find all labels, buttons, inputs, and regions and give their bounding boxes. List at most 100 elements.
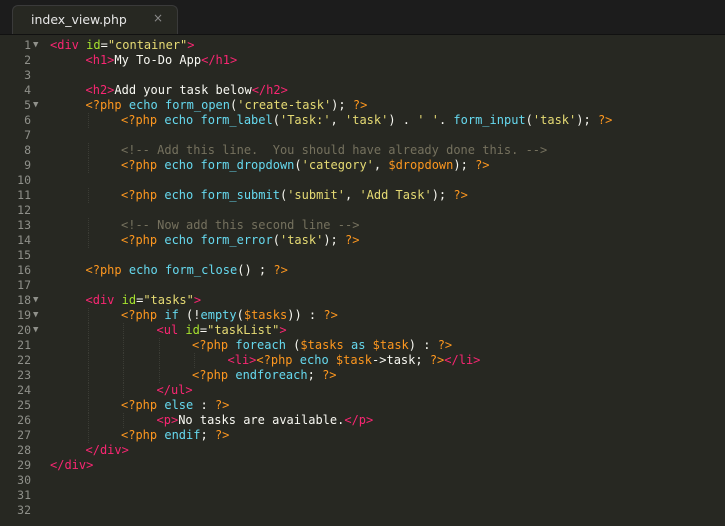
code-line[interactable]: 4 <h2>Add your task below</h2>: [0, 83, 725, 98]
tab-index-view[interactable]: index_view.php ×: [12, 5, 178, 34]
code-line[interactable]: 6 <?php echo form_label('Task:', 'task') …: [0, 113, 725, 128]
code-line[interactable]: 3: [0, 68, 725, 83]
line-number: 26: [17, 413, 31, 427]
code-token: echo form_close: [128, 263, 238, 277]
code-line[interactable]: 25 <?php else : ?>: [0, 398, 725, 413]
code-line[interactable]: 13 <!-- Now add this second line -->: [0, 218, 725, 233]
code-token: 'Add Task': [359, 188, 432, 202]
code-token: <?php: [121, 113, 165, 127]
code-token: form_input: [453, 113, 526, 127]
fold-arrow-icon[interactable]: ▼: [33, 323, 38, 338]
indent-guide: [158, 353, 160, 368]
code-line[interactable]: 31: [0, 488, 725, 503]
code-line[interactable]: 19 ▼ <?php if (!empty($tasks)) : ?>: [0, 308, 725, 323]
code-token: )) :: [287, 308, 324, 322]
code-token: (!: [186, 308, 201, 322]
code-token: ) :: [408, 338, 438, 352]
code-line[interactable]: 1 ▼ <div id="container">: [0, 38, 725, 53]
code-line[interactable]: 8 <!-- Add this line. You should have alr…: [0, 143, 725, 158]
indent-guide: [87, 143, 89, 158]
code-line[interactable]: 9 <?php echo form_dropdown('category', $d…: [0, 158, 725, 173]
code-token: () ;: [237, 263, 274, 277]
line-number: 5: [24, 98, 31, 112]
indent-guide: [123, 338, 124, 353]
code-token: <h2>: [85, 83, 115, 97]
code-token: <?php: [121, 233, 165, 247]
line-number: 25: [17, 398, 31, 412]
code-text: <!-- Add this line. You should have alre…: [121, 143, 547, 158]
fold-arrow-icon[interactable]: ▼: [33, 308, 38, 323]
code-line[interactable]: 21 <?php foreach ($tasks as $task) : ?>: [0, 338, 725, 353]
fold-arrow-icon[interactable]: ▼: [33, 38, 38, 53]
code-line[interactable]: 30: [0, 473, 725, 488]
code-text: <?php echo form_submit('submit', 'Add Ta…: [121, 188, 468, 203]
code-token: .: [438, 113, 454, 127]
code-token: Add your task below: [114, 83, 252, 97]
code-token: $tasks: [300, 338, 351, 352]
fold-arrow-icon[interactable]: ▼: [33, 293, 38, 308]
code-line[interactable]: 15: [0, 248, 725, 263]
code-line[interactable]: 17: [0, 278, 725, 293]
code-text: <?php echo form_dropdown('category', $dr…: [121, 158, 490, 173]
code-line[interactable]: 5 ▼ <?php echo form_open('create-task'); ?…: [0, 98, 725, 113]
code-token: ;: [307, 368, 323, 382]
code-text: <?php echo form_close() ; ?>: [86, 263, 288, 278]
code-token: ?>: [345, 233, 360, 247]
code-token: ) .: [388, 113, 418, 127]
code-token: =: [199, 323, 208, 337]
indent-guide: [87, 113, 89, 128]
code-token: <li>: [227, 353, 257, 367]
code-line[interactable]: 26 <p>No tasks are available.</p>: [0, 413, 725, 428]
code-line[interactable]: 2 <h1>My To-Do App</h1>: [0, 53, 725, 68]
code-line[interactable]: 7: [0, 128, 725, 143]
line-number: 2: [24, 53, 31, 67]
code-token: );: [331, 98, 353, 112]
code-token: );: [576, 113, 598, 127]
indent-guide: [87, 413, 89, 428]
close-icon[interactable]: ×: [153, 11, 163, 25]
code-token: ?>: [323, 308, 338, 322]
code-line[interactable]: 20 ▼ <ul id="taskList">: [0, 323, 725, 338]
code-line[interactable]: 32: [0, 503, 725, 518]
code-token: id: [121, 293, 137, 307]
line-number: 16: [17, 263, 31, 277]
indent-guide: [87, 428, 89, 443]
code-token: ->task;: [372, 353, 430, 367]
code-line[interactable]: 23 <?php endforeach; ?>: [0, 368, 725, 383]
code-line[interactable]: 28 </div>: [0, 443, 725, 458]
code-token: ?>: [437, 338, 453, 352]
code-token: );: [323, 233, 346, 247]
indent-guide: [158, 338, 160, 353]
code-token: <?php: [85, 98, 129, 112]
code-token: ' ': [417, 113, 439, 127]
code-token: >: [187, 38, 195, 52]
code-text: <h1>My To-Do App</h1>: [86, 53, 238, 68]
code-line[interactable]: 22 <li><?php echo $task->task; ?></li>: [0, 353, 725, 368]
code-token: endif: [164, 428, 201, 442]
code-line[interactable]: 16 <?php echo form_close() ; ?>: [0, 263, 725, 278]
code-token: <?php: [256, 353, 300, 367]
code-token: );: [453, 158, 476, 172]
code-editor[interactable]: 1 ▼ <div id="container"> 2 <h1>My To-Do App<…: [0, 38, 725, 526]
line-number: 31: [17, 488, 31, 502]
code-line[interactable]: 14 <?php echo form_error('task'); ?>: [0, 233, 725, 248]
code-line[interactable]: 11 <?php echo form_submit('submit', 'Add …: [0, 188, 725, 203]
indent-guide: [123, 413, 124, 428]
indent-guide: [87, 218, 89, 233]
code-line[interactable]: 18 ▼ <div id="tasks">: [0, 293, 725, 308]
code-token: ,: [344, 188, 360, 202]
code-line[interactable]: 10: [0, 173, 725, 188]
code-text: <?php if (!empty($tasks)) : ?>: [121, 308, 338, 323]
fold-arrow-icon[interactable]: ▼: [33, 98, 38, 113]
code-token: No tasks are available.: [178, 413, 345, 427]
code-line[interactable]: 29 </div>: [0, 458, 725, 473]
code-token: <?php: [192, 338, 236, 352]
line-number: 4: [24, 83, 31, 97]
code-text: <?php echo form_open('create-task'); ?>: [86, 98, 368, 113]
code-token: 'task': [279, 233, 324, 247]
code-line[interactable]: 12: [0, 203, 725, 218]
code-token: <?php: [121, 428, 165, 442]
code-line[interactable]: 24 </ul>: [0, 383, 725, 398]
code-line[interactable]: 27 <?php endif; ?>: [0, 428, 725, 443]
indent-guide: [87, 158, 89, 173]
